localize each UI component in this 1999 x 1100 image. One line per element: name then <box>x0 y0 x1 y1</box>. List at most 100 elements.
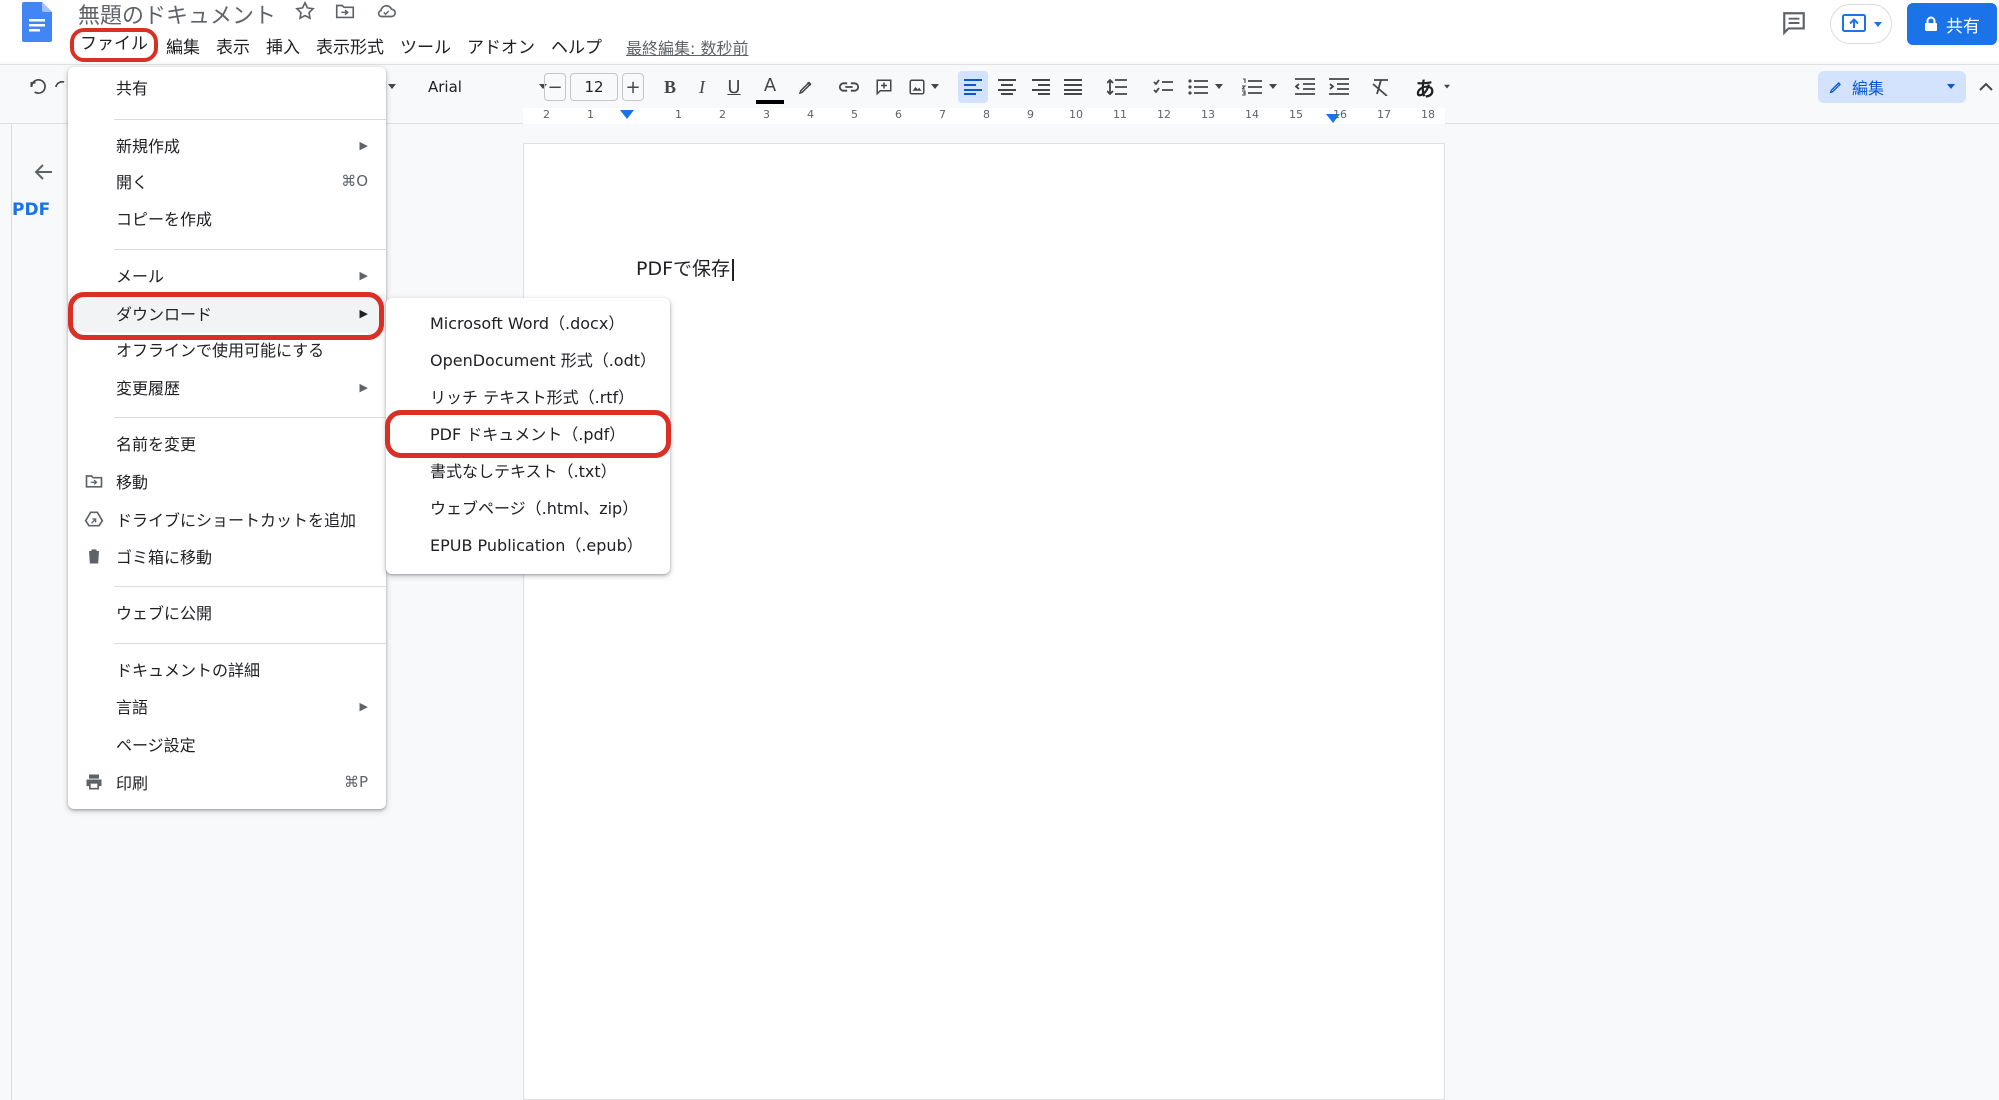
increase-indent-icon[interactable] <box>1324 65 1354 109</box>
move-folder-icon[interactable] <box>334 0 358 24</box>
menu-divider <box>114 119 386 120</box>
trash-icon <box>87 549 101 564</box>
document-title[interactable]: 無題のドキュメント <box>78 0 276 30</box>
font-family-select[interactable]: Arial <box>428 65 548 109</box>
vertical-ruler[interactable] <box>0 124 12 1100</box>
chevron-down-icon <box>1874 22 1882 27</box>
document-page[interactable]: PDFで保存 <box>523 143 1445 1100</box>
download-option-label: 書式なしテキスト（.txt） <box>430 462 617 481</box>
bulleted-list-icon[interactable] <box>1184 65 1228 109</box>
submenu-arrow-icon: ▶ <box>359 699 368 713</box>
outline-heading[interactable]: PDF <box>12 200 50 220</box>
present-button[interactable] <box>1830 4 1892 44</box>
document-body[interactable]: PDFで保存 <box>636 254 735 281</box>
menu-view[interactable]: 表示 <box>208 33 258 61</box>
menu-insert[interactable]: 挿入 <box>258 33 308 61</box>
menu-divider <box>114 417 386 418</box>
menu-item-email[interactable]: メール ▶ <box>68 257 386 293</box>
align-left-icon[interactable] <box>958 71 988 103</box>
ruler-number: 5 <box>851 108 858 121</box>
menu-tools[interactable]: ツール <box>392 33 459 61</box>
menu-item-share[interactable]: 共有 <box>68 69 386 105</box>
download-option-label: Microsoft Word（.docx） <box>430 314 625 333</box>
bold-button[interactable]: B <box>658 65 682 109</box>
share-button[interactable]: 共有 <box>1907 3 1997 45</box>
add-comment-icon[interactable] <box>870 65 898 109</box>
cloud-status-icon[interactable] <box>374 0 398 24</box>
menu-item-language[interactable]: 言語 ▶ <box>68 688 386 724</box>
download-option-rtf[interactable]: リッチ テキスト形式（.rtf） <box>386 378 670 414</box>
menu-item-print[interactable]: 印刷 ⌘P <box>68 764 386 800</box>
menu-addons[interactable]: アドオン <box>459 33 543 61</box>
menu-format[interactable]: 表示形式 <box>308 33 392 61</box>
line-spacing-icon[interactable] <box>1102 65 1132 109</box>
ruler-number: 14 <box>1245 108 1259 121</box>
pdf-option-highlight-ring <box>385 410 671 458</box>
title-actions <box>294 0 398 24</box>
italic-button[interactable]: I <box>690 65 714 109</box>
submenu-arrow-icon: ▶ <box>359 268 368 282</box>
download-highlight-ring <box>68 292 384 340</box>
menu-item-make-copy[interactable]: コピーを作成 <box>68 200 386 236</box>
star-icon[interactable] <box>294 0 318 24</box>
menu-item-label: 印刷 <box>116 774 149 793</box>
menu-item-details[interactable]: ドキュメントの詳細 <box>68 651 386 687</box>
menu-item-add-shortcut[interactable]: ドライブにショートカットを追加 <box>68 501 386 537</box>
input-tools-button[interactable]: あ <box>1410 65 1456 109</box>
shortcut-hint: ⌘O <box>341 172 368 190</box>
ruler-number: 2 <box>543 108 550 121</box>
align-right-icon[interactable] <box>1026 65 1056 109</box>
menu-file[interactable]: ファイル <box>70 28 158 62</box>
menu-item-label: メール <box>116 267 165 286</box>
download-option-html[interactable]: ウェブページ（.html、zip） <box>386 489 670 525</box>
google-docs-window: 無題のドキュメント ファイル 編集 表示 挿入 表示形式 ツール アドオン ヘル… <box>0 0 1999 1100</box>
clear-formatting-icon[interactable] <box>1366 65 1396 109</box>
arrow-back-icon[interactable] <box>32 160 56 184</box>
present-icon <box>1842 14 1866 32</box>
menu-item-label: ドキュメントの詳細 <box>116 661 261 680</box>
text-color-button[interactable]: A <box>756 70 784 104</box>
menu-item-new[interactable]: 新規作成 ▶ <box>68 127 386 163</box>
ruler-number: 13 <box>1201 108 1215 121</box>
ruler-number: 1 <box>587 108 594 121</box>
align-center-icon[interactable] <box>992 65 1022 109</box>
font-size-input[interactable]: 12 <box>570 73 618 101</box>
ruler-number: 4 <box>807 108 814 121</box>
menu-item-move[interactable]: 移動 <box>68 463 386 499</box>
highlight-pen-icon[interactable] <box>792 65 820 109</box>
decrease-indent-icon[interactable] <box>1290 65 1320 109</box>
menu-item-trash[interactable]: ゴミ箱に移動 <box>68 538 386 574</box>
underline-button[interactable]: U <box>722 65 746 109</box>
download-option-odt[interactable]: OpenDocument 形式（.odt） <box>386 341 670 377</box>
menu-item-open[interactable]: 開く ⌘O <box>68 163 386 199</box>
submenu-arrow-icon: ▶ <box>359 380 368 394</box>
link-icon[interactable] <box>834 65 864 109</box>
checklist-icon[interactable] <box>1148 65 1178 109</box>
download-option-docx[interactable]: Microsoft Word（.docx） <box>386 304 670 340</box>
menu-item-page-setup[interactable]: ページ設定 <box>68 726 386 762</box>
insert-image-icon[interactable] <box>904 65 944 109</box>
increase-font-size-button[interactable]: + <box>622 73 644 101</box>
menu-item-label: ページ設定 <box>116 736 196 755</box>
download-option-epub[interactable]: EPUB Publication（.epub） <box>386 526 670 562</box>
ruler-number: 6 <box>895 108 902 121</box>
menu-edit[interactable]: 編集 <box>158 33 208 61</box>
style-dropdown-arrow-icon[interactable] <box>384 65 400 109</box>
comment-history-icon[interactable] <box>1780 10 1808 36</box>
menu-help[interactable]: ヘルプ <box>543 33 610 61</box>
download-option-label: EPUB Publication（.epub） <box>430 536 643 555</box>
collapse-menus-icon[interactable] <box>1976 65 1996 109</box>
numbered-list-icon[interactable] <box>1238 65 1282 109</box>
menu-item-publish[interactable]: ウェブに公開 <box>68 594 386 630</box>
shortcut-hint: ⌘P <box>343 773 368 791</box>
redo-icon[interactable] <box>52 65 68 109</box>
menu-item-rename[interactable]: 名前を変更 <box>68 425 386 461</box>
justify-icon[interactable] <box>1058 65 1088 109</box>
undo-icon[interactable] <box>24 65 52 109</box>
menu-item-version-history[interactable]: 変更履歴 ▶ <box>68 369 386 405</box>
download-option-label: ウェブページ（.html、zip） <box>430 499 639 518</box>
editing-mode-select[interactable]: 編集 <box>1818 71 1966 103</box>
docs-logo-icon[interactable] <box>22 2 52 42</box>
decrease-font-size-button[interactable]: − <box>544 73 566 101</box>
last-edit-link[interactable]: 最終編集: 数秒前 <box>626 35 748 59</box>
